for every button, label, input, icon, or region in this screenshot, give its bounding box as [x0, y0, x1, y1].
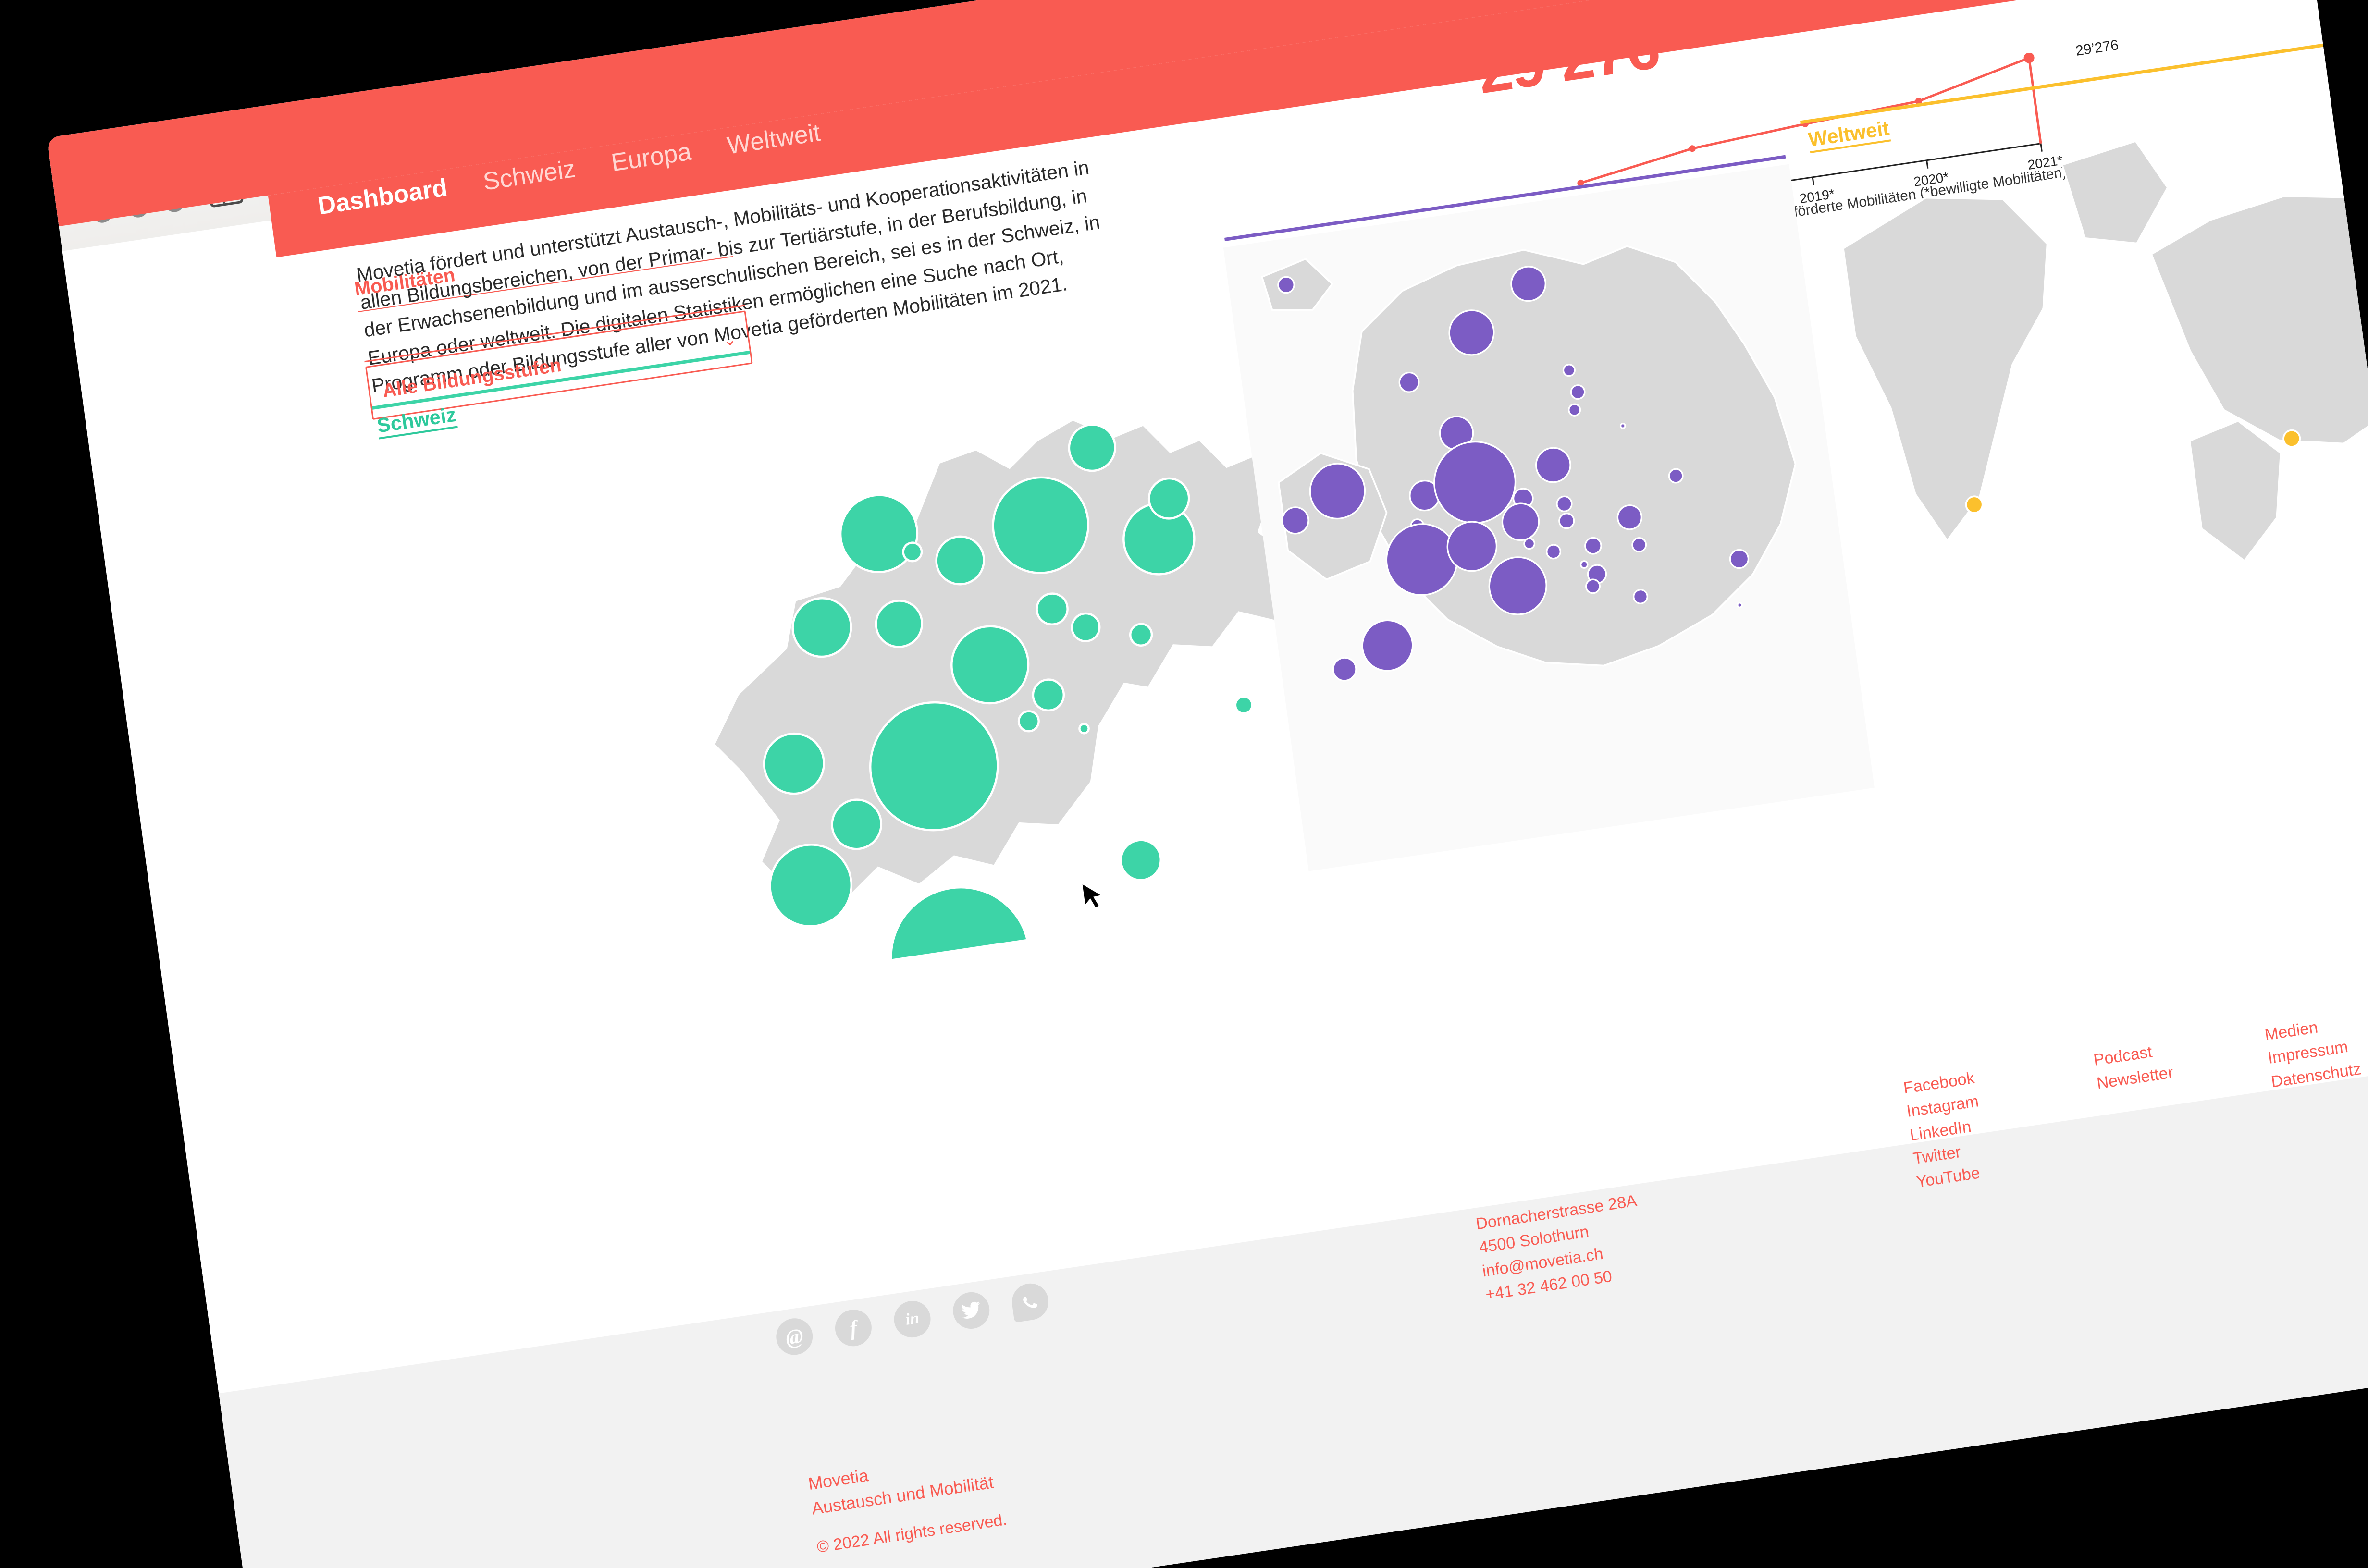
map-landmass — [1842, 196, 2048, 542]
footer-background — [219, 1062, 2368, 1568]
bildungsstufe-selected-value: Alle Bildungsstufen — [381, 354, 563, 402]
map-landmass — [2150, 195, 2368, 445]
map-landmass — [2060, 140, 2169, 245]
twitter-icon[interactable] — [950, 1289, 992, 1332]
footer-legal-links[interactable]: Medien Impressum Datenschutz — [2263, 1010, 2363, 1094]
map-bubble[interactable] — [1737, 602, 1743, 608]
chart-annotation: 29’276 — [2074, 37, 2120, 59]
map-landmass — [1261, 257, 1333, 311]
facebook-icon[interactable]: f — [833, 1307, 874, 1349]
map-bubble[interactable] — [1078, 723, 1090, 735]
footer-media-links[interactable]: Podcast Newsletter — [2092, 1038, 2175, 1096]
map-bubble[interactable] — [1579, 560, 1589, 569]
page-footer: @ f in Dornacherstrasse 28A 4500 Solothu… — [200, 929, 2368, 1568]
map-bubble[interactable] — [1118, 837, 1163, 883]
map-landmass — [1351, 245, 1797, 667]
map-bubble[interactable] — [1523, 538, 1536, 550]
world-bubble-map[interactable] — [1801, 32, 2368, 644]
europe-bubble-map[interactable] — [1223, 164, 1875, 871]
map-bubble[interactable] — [882, 878, 1038, 991]
linkedin-icon[interactable]: in — [891, 1298, 933, 1340]
browser-window: ⌄ ‹ › stat.movetia.ch ↻ movetia DE ⌄ Das… — [47, 0, 2368, 1568]
chevron-down-icon: ⌄ — [721, 330, 738, 350]
whatsapp-icon[interactable] — [1010, 1281, 1051, 1323]
map-bubble[interactable] — [1234, 695, 1254, 715]
laptop-screen-wrap: ⌄ ‹ › stat.movetia.ch ↻ movetia DE ⌄ Das… — [47, 0, 2368, 1568]
map-bubble[interactable] — [1359, 617, 1416, 674]
map-bubble[interactable] — [1562, 364, 1576, 377]
map-bubble[interactable] — [1619, 423, 1626, 429]
map-bubble[interactable] — [1332, 656, 1357, 682]
map-bubble[interactable] — [1568, 403, 1581, 416]
screenshot-stage: ⌄ ‹ › stat.movetia.ch ↻ movetia DE ⌄ Das… — [0, 0, 2368, 1568]
footer-social-links[interactable]: Facebook Instagram LinkedIn Twitter YouT… — [1902, 1066, 1990, 1194]
email-icon[interactable]: @ — [774, 1316, 815, 1358]
page-content: movetia DE ⌄ Dashboard Schweiz Europa We… — [47, 0, 2368, 1568]
